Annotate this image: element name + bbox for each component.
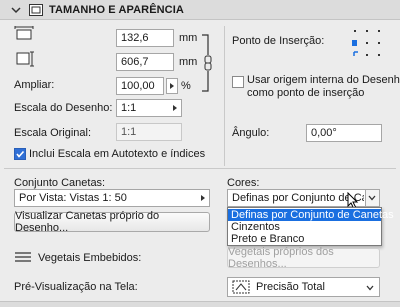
height-value: 606,7	[121, 56, 149, 68]
size-appearance-icon	[29, 3, 43, 16]
checkmark-icon	[16, 150, 25, 158]
column-divider	[224, 26, 225, 166]
drawing-scale-value: 1:1	[121, 102, 137, 114]
drawing-scale-label: Escala do Desenho:	[14, 102, 113, 114]
section-title: TAMANHO E APARÊNCIA	[49, 3, 184, 16]
pen-set-dropdown[interactable]: Por Vista: Vistas 1: 50	[14, 189, 210, 207]
colors-dropdown-toggle[interactable]	[365, 190, 379, 206]
view-pens-button[interactable]: Visualizar Canetas próprio do Desenho...	[14, 210, 210, 234]
colors-dropdown-menu[interactable]: Definas por Conjunto de Canetas Cinzento…	[227, 207, 394, 246]
fill-pattern-icon	[15, 252, 31, 262]
use-origin-label-line1: Usar origem interna do Desenho	[247, 74, 400, 86]
angle-label: Ângulo:	[232, 127, 270, 139]
chevron-down-icon[interactable]	[11, 5, 21, 15]
next-section-header[interactable]	[0, 301, 400, 307]
enlarge-label: Ampliar:	[14, 79, 55, 91]
enlarge-value: 100,00	[121, 80, 155, 92]
colors-option-grayscale[interactable]: Cinzentos	[228, 221, 381, 233]
original-scale-label: Escala Original:	[14, 127, 92, 139]
chevron-down-icon	[368, 195, 376, 201]
chevron-right-icon	[173, 105, 177, 111]
use-origin-label-line2: como ponto de inserção	[247, 87, 365, 99]
colors-option-black-white[interactable]: Preto e Branco	[228, 233, 381, 245]
enlarge-field[interactable]: 100,00	[116, 77, 164, 95]
width-unit: mm	[179, 32, 198, 44]
colors-label: Cores:	[227, 177, 260, 189]
enlarge-unit: %	[181, 80, 191, 92]
chevron-right-icon	[201, 195, 205, 201]
preview-dropdown[interactable]: Precisão Total	[227, 277, 380, 297]
preview-value: Precisão Total	[256, 281, 325, 293]
height-field[interactable]: 606,7	[116, 53, 174, 71]
anchor-grid-icon[interactable]	[352, 28, 382, 58]
height-unit: mm	[179, 56, 198, 68]
include-scale-checkbox[interactable]	[14, 148, 26, 160]
embedded-fills-button[interactable]: Vegetais próprios dos Desenhos...	[227, 246, 380, 270]
preview-quality-icon	[232, 280, 250, 294]
enlarge-stepper[interactable]	[166, 78, 178, 94]
section-divider	[4, 168, 396, 169]
width-value: 132,6	[121, 32, 149, 44]
pen-set-value: Por Vista: Vistas 1: 50	[19, 192, 127, 204]
embedded-fills-label: Vegetais Embebidos:	[38, 252, 142, 264]
width-icon	[14, 26, 34, 40]
angle-value: 0,00°	[311, 127, 337, 139]
original-scale-value: 1:1	[121, 126, 137, 138]
chain-link-icon[interactable]	[200, 33, 214, 93]
preview-label: Pré-Visualização na Tela:	[14, 281, 138, 293]
section-header[interactable]: TAMANHO E APARÊNCIA	[0, 0, 400, 20]
colors-value: Definas por Conjunto de Canetas	[232, 192, 364, 204]
angle-field[interactable]: 0,00°	[306, 124, 382, 142]
colors-option-pen-set[interactable]: Definas por Conjunto de Canetas	[228, 209, 394, 221]
anchor-label: Ponto de Inserção:	[232, 35, 325, 47]
original-scale-field: 1:1	[116, 123, 182, 141]
width-field[interactable]: 132,6	[116, 29, 174, 47]
chevron-down-icon	[366, 285, 374, 291]
pen-set-label: Conjunto Canetas:	[14, 177, 106, 189]
drawing-scale-dropdown[interactable]: 1:1	[116, 99, 182, 117]
height-icon	[16, 51, 34, 67]
play-icon	[170, 83, 174, 89]
include-scale-label: Inclui Escala em Autotexto e índices	[29, 148, 206, 160]
use-origin-checkbox[interactable]	[232, 76, 244, 88]
